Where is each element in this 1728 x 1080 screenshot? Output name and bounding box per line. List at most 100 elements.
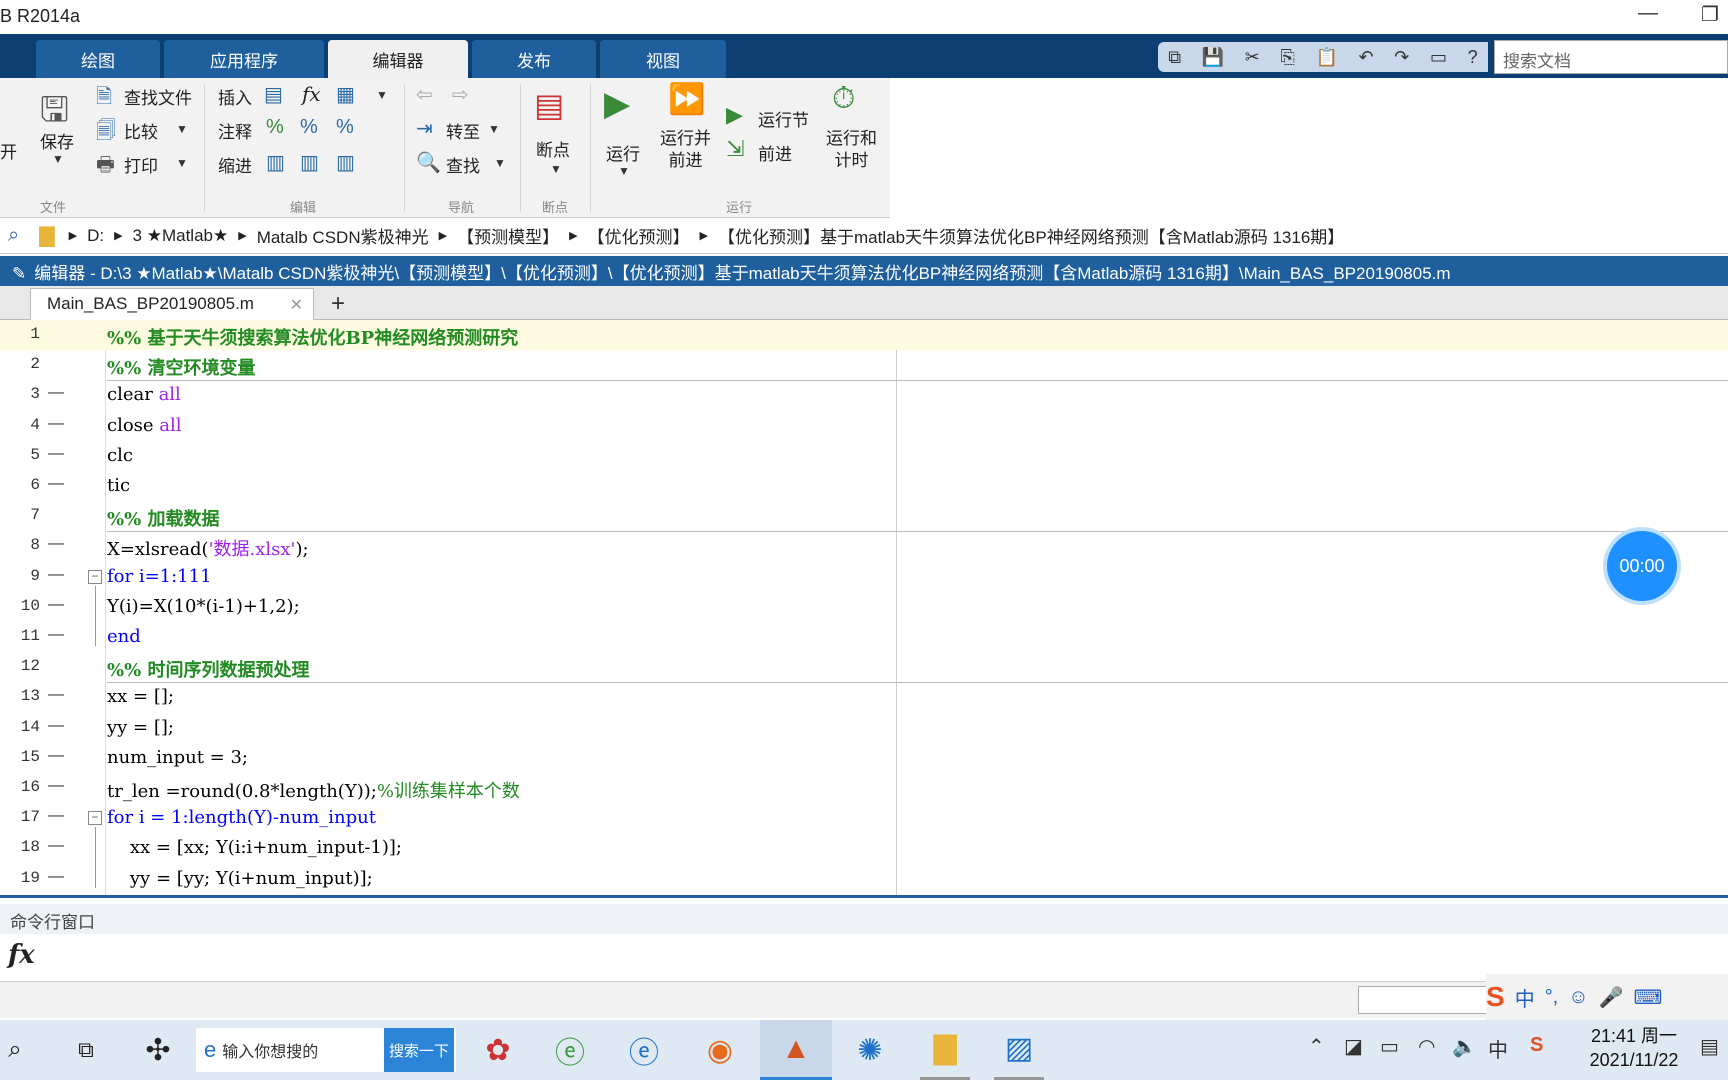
breadcrumb-segment[interactable]: 【优化预测】基于matlab天牛须算法优化BP神经网络预测【含Matlab源码 … — [718, 223, 1344, 248]
code-line[interactable]: 1 %% 基于天牛须搜索算法优化BP神经网络预测研究 — [0, 320, 1728, 350]
advance-button[interactable]: 前进 — [758, 140, 792, 165]
code-line[interactable]: 15 — num_input = 3; — [0, 743, 1728, 773]
insert-icon[interactable]: ▦ — [336, 82, 355, 107]
app-pinwheel-icon[interactable]: ✣ — [136, 1020, 180, 1080]
photos-icon[interactable]: ▨ — [994, 1020, 1044, 1080]
recording-timer[interactable]: 00:00 — [1607, 531, 1677, 601]
redo-icon[interactable]: ↷ — [1394, 47, 1409, 68]
wifi-icon[interactable]: ◠ — [1418, 1034, 1435, 1059]
ime-language[interactable]: 中 — [1515, 983, 1535, 1012]
code-line[interactable]: 11 — end — [0, 622, 1728, 652]
wrap-comments-icon[interactable]: % — [336, 116, 354, 139]
insert-section-icon[interactable]: ▤ — [264, 82, 283, 107]
file-tab[interactable]: Main_BAS_BP20190805.m ✕ — [30, 288, 314, 320]
run-icon[interactable]: ▶ — [604, 84, 630, 124]
breakpoints-dropdown-icon[interactable]: ▼ — [550, 162, 562, 176]
ie-icon[interactable]: ⓔ — [548, 1020, 592, 1080]
code-line[interactable]: 9 — − for i=1:111 — [0, 562, 1728, 592]
cut-icon[interactable]: ✂ — [1245, 47, 1260, 68]
find-files-button[interactable]: 查找文件 — [124, 84, 192, 109]
comment-icon[interactable]: % — [266, 116, 284, 139]
chrome-icon[interactable]: ◉ — [698, 1020, 742, 1080]
copy-icon[interactable]: ⎘ — [1281, 47, 1295, 68]
pinwheel-app-icon[interactable]: ✿ — [476, 1020, 520, 1080]
save-icon[interactable]: 💾 — [1202, 47, 1224, 68]
breakpoint-marker[interactable]: — — [48, 415, 64, 433]
restore-button[interactable]: ❐ — [1690, 2, 1728, 30]
microphone-icon[interactable]: 🎤 — [1599, 985, 1624, 1010]
decrease-indent-icon[interactable]: ▥ — [336, 150, 355, 175]
save-button[interactable]: 保存 — [40, 128, 74, 153]
taskbar-clock[interactable]: 21:41 周一 2021/11/22 — [1576, 1024, 1692, 1072]
goto-button[interactable]: 转至 — [446, 118, 480, 143]
battery-icon[interactable]: ▭ — [1380, 1034, 1399, 1059]
sogou-tray-icon[interactable]: S — [1530, 1034, 1543, 1057]
sogou-icon[interactable]: S — [1486, 981, 1505, 1013]
code-line[interactable]: 17 — − for i = 1:length(Y)-num_input — [0, 803, 1728, 833]
breakpoint-marker[interactable]: — — [48, 717, 64, 735]
switch-windows-icon[interactable]: ▭ — [1430, 47, 1447, 68]
code-editor[interactable]: 1 %% 基于天牛须搜索算法优化BP神经网络预测研究 2 %% 清空环境变量 3 — cle… — [0, 320, 1728, 898]
breakpoint-marker[interactable]: — — [48, 837, 64, 855]
browse-folder-icon[interactable]: ⌕ — [8, 224, 19, 247]
file-explorer-icon[interactable]: ▇ — [920, 1020, 970, 1080]
forward-icon[interactable]: ⇨ — [452, 82, 469, 107]
breakpoint-marker[interactable]: — — [48, 445, 64, 463]
fold-toggle-icon[interactable]: − — [88, 811, 102, 826]
new-icon[interactable]: ⧉ — [1168, 47, 1181, 68]
breadcrumb-segment[interactable]: Matalb CSDN紫极神光 — [257, 223, 429, 248]
minimize-button[interactable]: — — [1628, 2, 1668, 30]
print-button[interactable]: 打印 — [124, 152, 158, 177]
breakpoint-marker[interactable]: — — [48, 475, 64, 493]
app-icon[interactable]: ✺ — [848, 1020, 892, 1080]
find-dropdown-icon[interactable]: ▼ — [494, 156, 506, 170]
code-line[interactable]: 16 — tr_len =round(0.8*length(Y));%训练集样本个数 — [0, 773, 1728, 803]
run-advance-icon[interactable]: ⏩ — [668, 82, 705, 117]
run-time-icon[interactable]: ⏱ — [832, 82, 855, 116]
breakpoint-marker[interactable]: — — [48, 747, 64, 765]
matlab-taskbar-icon[interactable]: ▲ — [760, 1020, 832, 1080]
breakpoint-marker[interactable]: — — [48, 868, 64, 886]
find-button[interactable]: 查找 — [446, 152, 480, 177]
tab-editor[interactable]: 编辑器 — [328, 40, 468, 78]
command-window[interactable]: fx — [0, 934, 1728, 982]
fold-toggle-icon[interactable]: − — [88, 569, 102, 584]
breakpoint-marker[interactable]: — — [48, 384, 64, 402]
code-line[interactable]: 6 — tic — [0, 471, 1728, 501]
search-icon[interactable]: ⌕ — [0, 1020, 30, 1080]
save-dropdown-icon[interactable]: ▼ — [52, 152, 64, 166]
search-docs-input[interactable]: 搜索文档 — [1494, 40, 1728, 74]
help-icon[interactable]: ? — [1468, 47, 1478, 68]
address-bar[interactable]: ⌕ ▇ ▶ D: ▶ 3 ★Matlab★ ▶ Matalb CSDN紫极神光 … — [0, 218, 1728, 254]
breakpoint-marker[interactable]: — — [48, 777, 64, 795]
code-line[interactable]: 12 %% 时间序列数据预处理 — [0, 652, 1728, 682]
code-line[interactable]: 2 %% 清空环境变量 — [0, 350, 1728, 380]
breakpoint-marker[interactable]: — — [48, 686, 64, 704]
code-line[interactable]: 18 — xx = [xx; Y(i:i+num_input-1)]; — [0, 833, 1728, 863]
breakpoint-marker[interactable]: — — [48, 807, 64, 825]
tab-plots[interactable]: 绘图 — [36, 40, 160, 78]
emoji-icon[interactable]: ☺ — [1568, 986, 1588, 1009]
run-dropdown-icon[interactable]: ▼ — [618, 164, 630, 178]
insert-dropdown-icon[interactable]: ▼ — [376, 88, 388, 102]
code-line[interactable]: 4 — close all — [0, 411, 1728, 441]
new-tab-button[interactable]: + — [320, 290, 356, 318]
code-line[interactable]: 8 — X=xlsread('数据.xlsx'); — [0, 531, 1728, 561]
notifications-icon[interactable]: ▤ — [1700, 1034, 1719, 1059]
breakpoint-marker[interactable]: — — [48, 626, 64, 644]
open-button[interactable]: 开 — [0, 138, 17, 163]
breakpoints-button[interactable]: 断点 — [536, 136, 570, 161]
close-icon[interactable]: ✕ — [290, 295, 303, 315]
tray-language[interactable]: 中 — [1488, 1034, 1508, 1063]
code-line[interactable]: 10 — Y(i)=X(10*(i-1)+1,2); — [0, 592, 1728, 622]
run-and-time-button[interactable]: 运行和 计时 — [826, 128, 877, 172]
function-browser-icon[interactable]: fx — [8, 940, 35, 970]
print-dropdown-icon[interactable]: ▼ — [176, 156, 188, 170]
paste-icon[interactable]: 📋 — [1316, 47, 1338, 68]
run-section-button[interactable]: 运行节 — [758, 106, 809, 131]
undo-icon[interactable]: ↶ — [1359, 47, 1374, 68]
back-icon[interactable]: ⇦ — [416, 82, 433, 107]
code-line[interactable]: 19 — yy = [yy; Y(i+num_input)]; — [0, 864, 1728, 894]
browser-icon[interactable]: ⓔ — [622, 1020, 666, 1080]
tab-publish[interactable]: 发布 — [472, 40, 596, 78]
